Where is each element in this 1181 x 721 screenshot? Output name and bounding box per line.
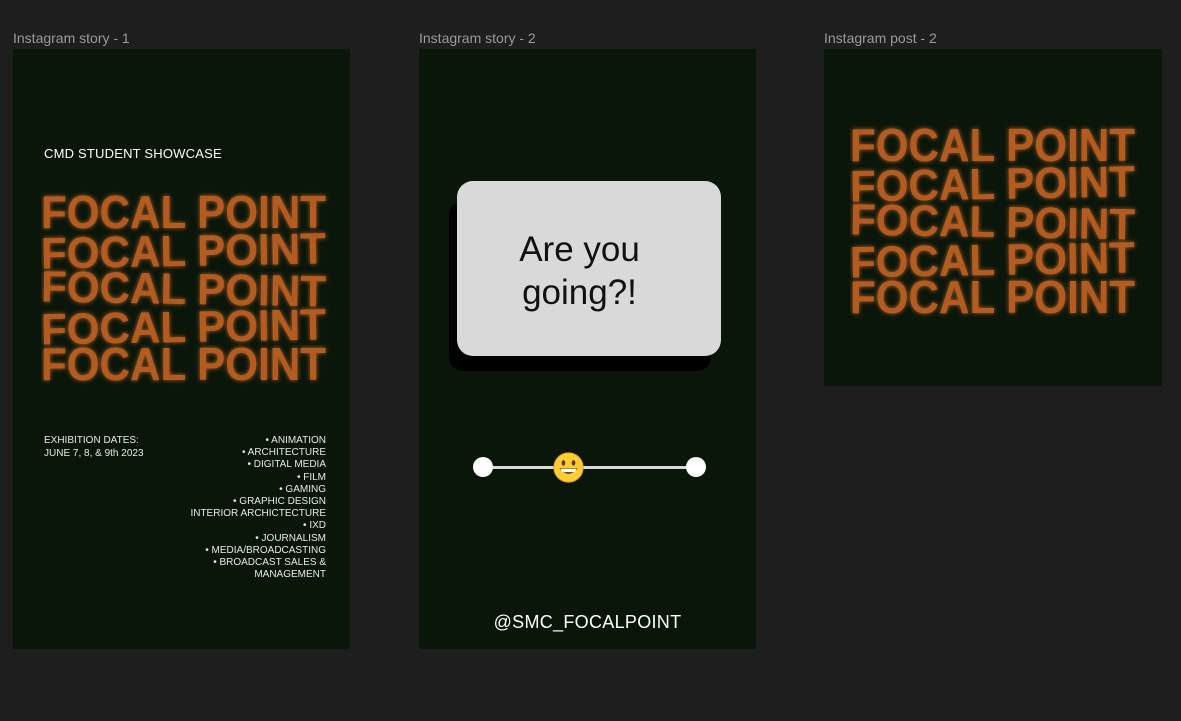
list-item: INTERIOR ARCHICTECTURE (190, 508, 326, 520)
list-item: • GRAPHIC DESIGN (233, 496, 326, 508)
frame-instagram-story-1[interactable]: CMD STUDENT SHOWCASE FOCAL POINT FOCAL P… (13, 49, 350, 649)
list-item: • IXD (303, 520, 326, 532)
list-item: • ANIMATION (265, 435, 326, 446)
list-item: • DIGITAL MEDIA (247, 459, 326, 471)
frame-label-story-1[interactable]: Instagram story - 1 (13, 30, 130, 46)
list-item: • BROADCAST SALES & MANAGEMENT (213, 557, 326, 581)
disciplines-list: • ANIMATION • ARCHITECTURE • DIGITAL MED… (146, 435, 326, 581)
slider-start-handle[interactable] (473, 457, 493, 477)
dates-value: JUNE 7, 8, & 9th 2023 (44, 447, 144, 459)
grinning-face-icon[interactable] (552, 451, 585, 484)
exhibition-dates: EXHIBITION DATES: JUNE 7, 8, & 9th 2023 (44, 435, 144, 460)
question-text: Are you going?! (519, 230, 640, 312)
list-item: • FILM (296, 471, 326, 483)
emoji-slider-track[interactable] (483, 466, 696, 469)
list-item: • MEDIA/BROADCASTING (205, 544, 326, 556)
wordmark-line: FOCAL POINT (41, 338, 326, 386)
question-card[interactable]: Are you going?! (457, 181, 721, 356)
instagram-handle: @SMC_FOCALPOINT (493, 612, 682, 632)
frame-instagram-post-2[interactable]: FOCAL POINT FOCAL POINT FOCAL POINT FOCA… (824, 49, 1162, 386)
showcase-kicker: CMD STUDENT SHOWCASE (44, 146, 222, 161)
focal-point-wordmark: FOCAL POINT FOCAL POINT FOCAL POINT FOCA… (850, 119, 1136, 319)
list-item: • GAMING (279, 483, 326, 495)
focal-point-wordmark: FOCAL POINT FOCAL POINT FOCAL POINT FOCA… (41, 186, 327, 386)
dates-label: EXHIBITION DATES: (44, 435, 139, 446)
frame-label-post-2[interactable]: Instagram post - 2 (824, 30, 937, 46)
slider-end-handle[interactable] (686, 457, 706, 477)
frame-label-story-2[interactable]: Instagram story - 2 (419, 30, 536, 46)
frame-instagram-story-2[interactable]: Are you going?! @SMC_FOCALPOINT (419, 49, 756, 649)
list-item: • ARCHITECTURE (241, 447, 326, 459)
wordmark-line: FOCAL POINT (850, 271, 1135, 319)
list-item: • JOURNALISM (255, 532, 326, 544)
